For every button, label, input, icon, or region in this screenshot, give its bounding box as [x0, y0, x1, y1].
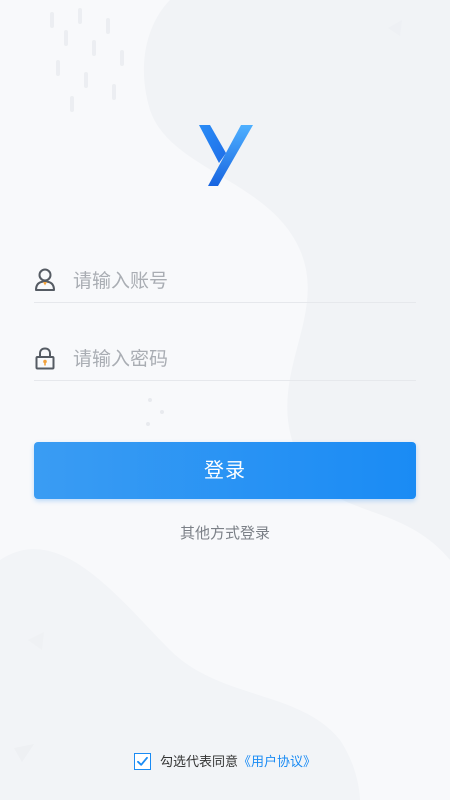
lock-icon — [34, 346, 56, 370]
agreement-checkbox[interactable] — [133, 753, 151, 770]
agreement-text: 勾选代表同意 — [159, 755, 238, 770]
agreement-row: 勾选代表同意《用户协议》 — [0, 751, 450, 771]
account-field[interactable] — [34, 262, 416, 303]
checkmark-icon — [137, 756, 148, 766]
password-input[interactable] — [73, 344, 403, 374]
user-agreement-link[interactable]: 《用户协议》 — [238, 755, 316, 770]
password-field[interactable] — [34, 340, 416, 381]
app-logo — [199, 125, 253, 186]
user-icon — [34, 268, 56, 292]
login-button[interactable]: 登录 — [34, 442, 416, 499]
other-login-link[interactable]: 其他方式登录 — [0, 522, 450, 543]
account-input[interactable] — [73, 266, 403, 296]
background-decoration — [0, 0, 450, 800]
